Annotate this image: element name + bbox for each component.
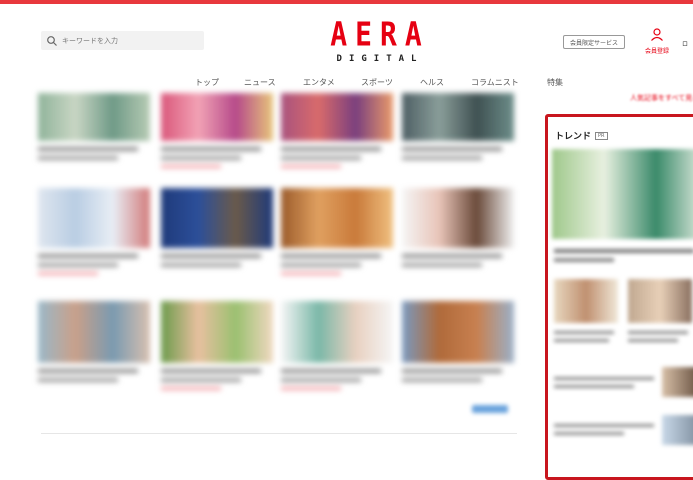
more-button[interactable] [472, 405, 508, 413]
nav-columnist[interactable]: コラムニスト [471, 77, 519, 88]
section-divider [41, 433, 517, 434]
trend-thumb[interactable] [662, 415, 693, 445]
login-button[interactable]: ロ [682, 26, 693, 48]
see-all-link[interactable]: 人気記事をすべて見る [630, 93, 693, 103]
article-card[interactable] [402, 188, 514, 267]
article-card[interactable] [281, 188, 393, 275]
search-input[interactable] [62, 36, 202, 45]
article-card[interactable] [161, 93, 273, 168]
nav-entame[interactable]: エンタメ [303, 77, 335, 88]
login-label: ロ [682, 41, 689, 48]
trend-thumb[interactable] [554, 279, 618, 323]
logo-main: AERA [330, 14, 430, 54]
aera-digital-logo[interactable]: AERA DIGITAL [328, 14, 432, 64]
trend-title: トレンド [555, 132, 592, 142]
trend-hero-image[interactable] [552, 149, 693, 239]
members-only-button[interactable]: 会員限定サービス [563, 35, 625, 49]
article-card[interactable] [38, 301, 150, 382]
pr-badge: PR [595, 131, 608, 140]
nav-news[interactable]: ニュース [244, 77, 276, 88]
trend-thumb[interactable] [662, 367, 693, 397]
trend-list [548, 149, 693, 477]
article-card[interactable] [161, 188, 273, 267]
nav-health[interactable]: ヘルス [420, 77, 444, 88]
article-card[interactable] [161, 301, 273, 390]
trend-panel: トレンド PR [545, 114, 693, 480]
nav-sports[interactable]: スポーツ [361, 77, 393, 88]
article-card[interactable] [402, 301, 514, 382]
register-label: 会員登録 [644, 48, 669, 55]
top-accent-bar [0, 0, 693, 4]
nav-top[interactable]: トップ [195, 77, 219, 88]
trend-thumb[interactable] [628, 279, 692, 323]
register-button[interactable]: 会員登録 [640, 26, 674, 55]
logo-sub: DIGITAL [336, 54, 424, 64]
user-icon [651, 28, 663, 41]
article-grid [38, 93, 518, 423]
article-card[interactable] [402, 93, 514, 160]
article-card[interactable] [38, 188, 150, 275]
nav-special[interactable]: 特集 [547, 77, 563, 88]
search-box[interactable] [41, 31, 204, 50]
article-card[interactable] [281, 301, 393, 390]
article-card[interactable] [281, 93, 393, 168]
trend-header: トレンド PR [555, 129, 608, 142]
search-icon [47, 35, 57, 46]
article-card[interactable] [38, 93, 150, 160]
